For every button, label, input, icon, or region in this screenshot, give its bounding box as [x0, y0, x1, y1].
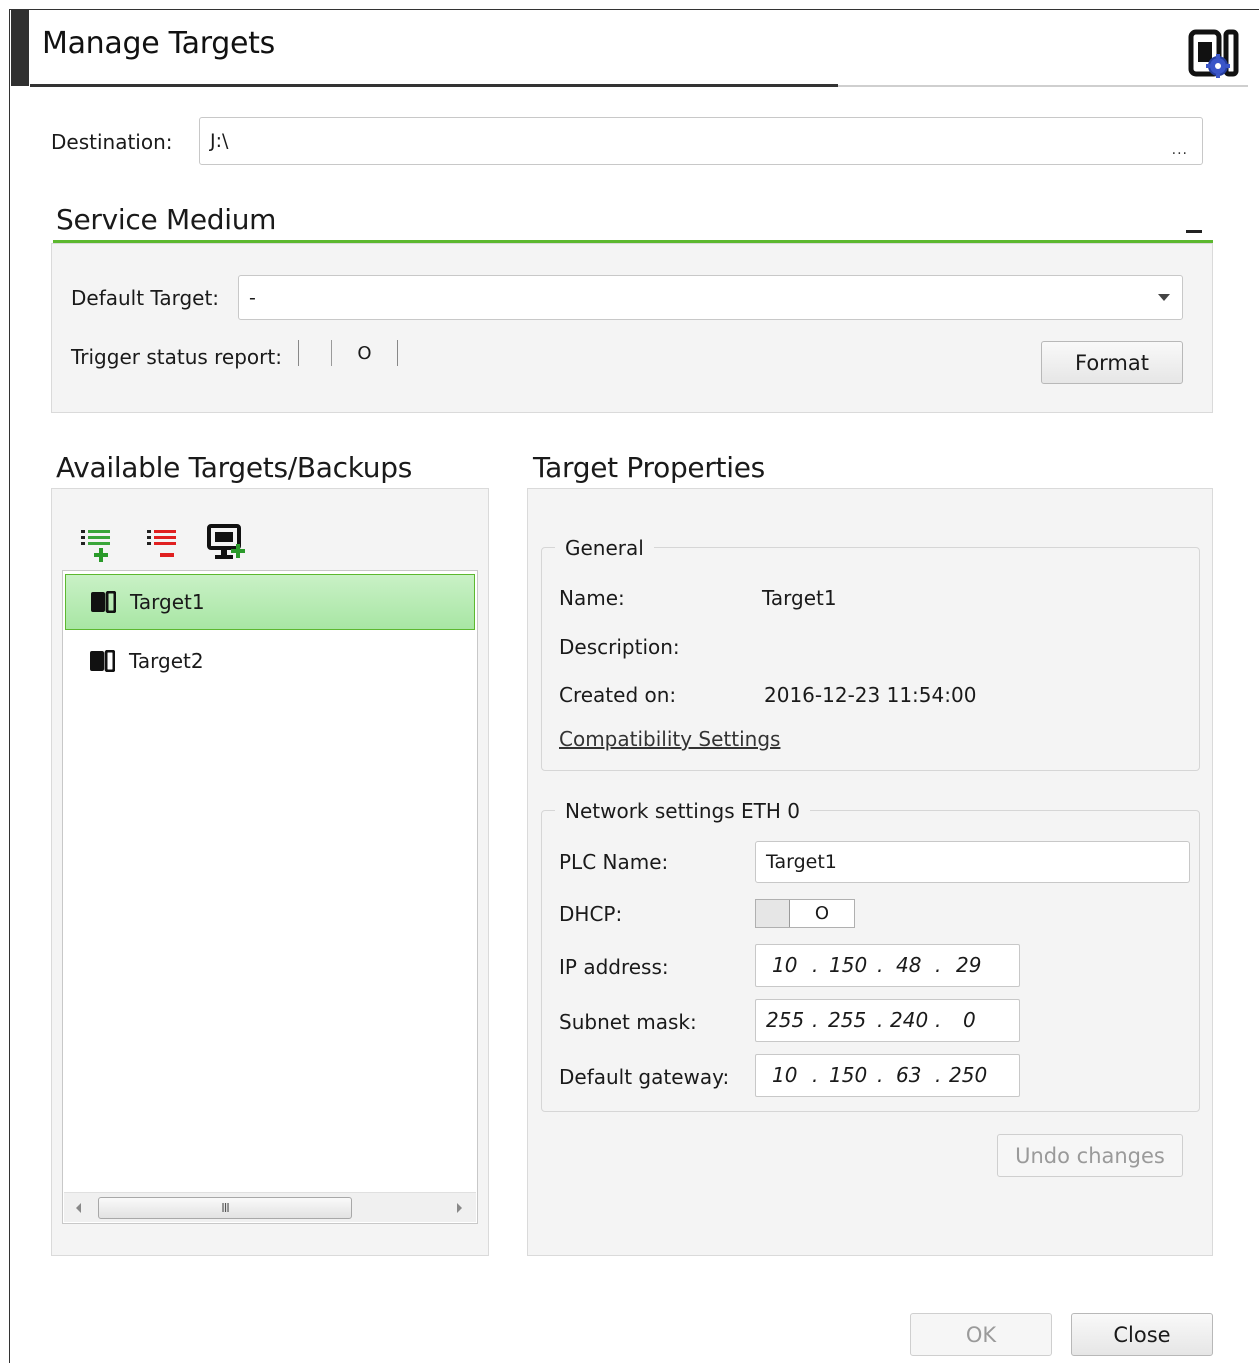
gateway-dot: .: [935, 1063, 942, 1087]
name-label: Name:: [559, 586, 625, 610]
plc-name-input[interactable]: Target1: [755, 841, 1190, 883]
remove-target-icon[interactable]: [146, 528, 178, 564]
name-value: Target1: [762, 586, 837, 610]
subnet-dot: .: [877, 1008, 884, 1032]
list-item-target1[interactable]: Target1: [65, 574, 475, 630]
gateway-dot: .: [812, 1063, 819, 1087]
ip-octet-3: 48: [896, 953, 922, 977]
gateway-octet-1: 10: [772, 1063, 798, 1087]
target-gear-icon: [1188, 29, 1239, 78]
ip-dot: .: [812, 953, 819, 977]
description-label: Description:: [559, 635, 680, 659]
list-item-label: Target1: [130, 590, 205, 614]
collapse-icon[interactable]: [1186, 230, 1202, 233]
title-underline: [30, 84, 838, 87]
created-on-label: Created on:: [559, 683, 677, 707]
targets-list[interactable]: Target1 Target2 III: [62, 570, 478, 1224]
browse-button[interactable]: ...: [1172, 142, 1188, 158]
ip-dot: .: [935, 953, 942, 977]
ip-address-label: IP address:: [559, 955, 669, 979]
ip-octet-1: 10: [772, 953, 798, 977]
subnet-dot: .: [935, 1008, 942, 1032]
properties-heading: Target Properties: [533, 451, 765, 484]
subnet-mask-label: Subnet mask:: [559, 1010, 697, 1034]
scroll-left-icon[interactable]: [76, 1203, 81, 1213]
targets-heading: Available Targets/Backups: [56, 451, 413, 484]
list-item-label: Target2: [129, 649, 204, 673]
scroll-right-icon[interactable]: [457, 1203, 462, 1213]
chevron-down-icon: [1158, 294, 1170, 301]
network-group-title: Network settings ETH 0: [555, 799, 810, 823]
title-accent-bar: [11, 10, 29, 86]
subnet-dot: .: [812, 1008, 819, 1032]
dhcp-label: DHCP:: [559, 902, 623, 926]
subnet-octet-3: 240: [890, 1008, 929, 1032]
compatibility-settings-link[interactable]: Compatibility Settings: [559, 727, 780, 751]
ip-octet-4: 29: [956, 953, 982, 977]
undo-changes-button[interactable]: Undo changes: [997, 1134, 1183, 1177]
add-target-icon[interactable]: [80, 528, 112, 564]
gateway-octet-4: 250: [949, 1063, 988, 1087]
horizontal-scrollbar[interactable]: III: [64, 1192, 476, 1222]
default-target-value: -: [249, 286, 256, 309]
list-item-target2[interactable]: Target2: [65, 633, 475, 689]
created-on-value: 2016-12-23 11:54:00: [764, 683, 977, 707]
dialog-title: Manage Targets: [42, 26, 275, 61]
general-group-title: General: [555, 536, 654, 560]
service-medium-heading: Service Medium: [56, 203, 277, 236]
toggle-knob: [298, 340, 332, 366]
gateway-input[interactable]: 10 . 150 . 63 . 250: [755, 1054, 1020, 1097]
plc-device-icon: [90, 650, 115, 672]
subnet-mask-input[interactable]: 255 . 255 . 240 . 0: [755, 999, 1020, 1042]
default-target-label: Default Target:: [71, 286, 220, 310]
dhcp-value: O: [814, 903, 830, 924]
plc-name-value: Target1: [766, 851, 837, 873]
destination-value: J:\: [210, 130, 229, 152]
gateway-dot: .: [877, 1063, 884, 1087]
ok-button[interactable]: OK: [910, 1313, 1052, 1356]
title-underline-light: [838, 85, 1248, 87]
gateway-label: Default gateway:: [559, 1065, 730, 1089]
plc-name-label: PLC Name:: [559, 850, 669, 874]
format-button[interactable]: Format: [1041, 341, 1183, 384]
trigger-status-value: O: [332, 340, 398, 366]
trigger-status-label: Trigger status report:: [71, 345, 282, 369]
close-button[interactable]: Close: [1071, 1313, 1213, 1356]
subnet-octet-2: 255: [828, 1008, 867, 1032]
subnet-octet-4: 0: [963, 1008, 976, 1032]
gateway-octet-2: 150: [829, 1063, 868, 1087]
add-device-icon[interactable]: [207, 524, 249, 562]
gateway-octet-3: 63: [896, 1063, 922, 1087]
ip-address-input[interactable]: 10 . 150 . 48 . 29: [755, 944, 1020, 987]
ip-octet-2: 150: [829, 953, 868, 977]
dhcp-toggle[interactable]: O: [755, 899, 855, 928]
service-medium-panel: [51, 243, 1213, 413]
subnet-octet-1: 255: [766, 1008, 805, 1032]
plc-device-icon: [91, 591, 116, 613]
trigger-status-toggle[interactable]: O: [298, 340, 398, 366]
ip-dot: .: [877, 953, 884, 977]
default-target-select[interactable]: -: [238, 275, 1183, 320]
scroll-thumb[interactable]: III: [98, 1197, 352, 1219]
toggle-knob: [756, 900, 790, 927]
destination-label: Destination:: [51, 130, 173, 154]
destination-field[interactable]: J:\ ...: [199, 117, 1203, 165]
